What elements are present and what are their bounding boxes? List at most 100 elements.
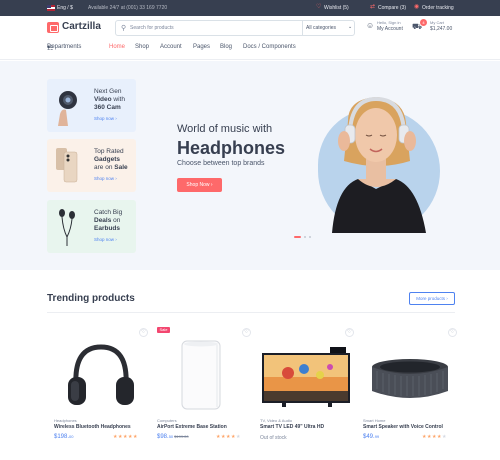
price-cents: 99 <box>374 434 380 439</box>
promo-line-2-rest: with <box>111 96 125 103</box>
promo-line-3-bold: Sale <box>114 164 128 171</box>
promo-line-2: Gadgets <box>94 156 120 163</box>
departments-menu[interactable]: ☷ Departments ▾ <box>47 44 81 52</box>
price-cents: 00 <box>69 434 74 439</box>
smartphones-image <box>56 148 78 183</box>
support-availability: Available 24/7 at (001) 33 169 7720 <box>88 5 168 11</box>
trending-products-title: Trending products <box>47 293 135 304</box>
promo-line-3: are on Sale <box>94 164 128 171</box>
promo-line-2: Deals on <box>94 217 120 224</box>
user-icon[interactable]: ☺ <box>366 22 374 30</box>
cart-total[interactable]: $1,247.00 <box>430 26 452 32</box>
product-card[interactable]: ♡ Headphones Wireless Bluetooth Headphon… <box>54 325 148 455</box>
product-name[interactable]: Smart TV LED 49" Ultra HD <box>260 424 324 430</box>
rating-stars: ★★★★★ <box>216 434 241 440</box>
chevron-down-icon[interactable]: ⌄ <box>348 24 352 30</box>
cart-label: My Cart <box>430 20 444 25</box>
promo-line-3-bold: 360 Cam <box>94 104 121 111</box>
logo[interactable]: Cartzilla <box>62 21 101 32</box>
more-products-button[interactable]: More products › <box>409 292 455 305</box>
wishlist-heart-icon[interactable]: ♡ <box>448 328 457 337</box>
promo-line-1: Catch Big <box>94 209 123 216</box>
product-price: $198.00 <box>54 434 73 440</box>
compare-link[interactable]: Compare (3) <box>378 5 406 11</box>
old-price: $199.00 <box>174 434 189 439</box>
product-category[interactable]: Headphones <box>54 418 77 423</box>
promo-line-3-pre: are on <box>94 164 115 171</box>
woman-with-headphones-image <box>332 96 426 233</box>
star-icon: ★ <box>132 434 138 440</box>
product-category[interactable]: Smart Home <box>363 418 385 423</box>
product-name[interactable]: AirPort Extreme Base Station <box>157 424 227 430</box>
promo-link-label: Shop now <box>94 176 115 181</box>
rating-stars: ★★★★★ <box>113 434 138 440</box>
wishlist-heart-icon[interactable]: ♡ <box>345 328 354 337</box>
hero-section: Next Gen Video with 360 Cam Shop now › T… <box>0 61 500 270</box>
product-card[interactable]: ♡ TV, Video & Audio Smart TV LED 49" Ult… <box>260 325 354 455</box>
shop-now-label: Shop Now <box>186 182 210 188</box>
search-icon[interactable]: ⚲ <box>121 24 126 32</box>
menu-item-account[interactable]: Account <box>160 44 182 50</box>
product-category[interactable]: TV, Video & Audio <box>260 418 292 423</box>
product-card[interactable]: ♡ Smart Home Smart Speaker with Voice Co… <box>363 325 457 455</box>
slider-dot-3[interactable] <box>309 236 311 238</box>
wishlist-link[interactable]: Wishlist (5) <box>324 5 349 11</box>
promo-line-2-bold: Video <box>94 96 112 103</box>
promo-card-earbuds[interactable]: Catch Big Deals on Earbuds Shop now › <box>47 200 136 253</box>
language-currency-selector[interactable]: Eng / $ <box>57 5 73 11</box>
promo-shop-now-link[interactable]: Shop now › <box>94 116 117 121</box>
promo-line-1: Next Gen <box>94 88 122 95</box>
departments-label: Departments <box>47 44 82 50</box>
wishlist-heart-icon[interactable]: ♡ <box>139 328 148 337</box>
promo-line-2: Video with <box>94 96 125 103</box>
promo-card-gadgets[interactable]: Top Rated Gadgets are on Sale Shop now › <box>47 139 136 192</box>
menu-item-docs-components[interactable]: Docs / Components <box>243 44 296 50</box>
account-greeting: Hello, Sign in <box>377 20 401 25</box>
product-image-smart-speaker[interactable] <box>363 339 457 411</box>
product-name[interactable]: Wireless Bluetooth Headphones <box>54 424 131 430</box>
menu-item-shop[interactable]: Shop <box>135 44 149 50</box>
slider-dot-2[interactable] <box>304 236 306 238</box>
product-image-headphones[interactable] <box>54 339 148 411</box>
promo-line-3-bold: Earbuds <box>94 225 121 232</box>
cart-logo-icon[interactable] <box>47 22 59 33</box>
star-icon: ★ <box>235 434 241 440</box>
promo-card-360-cam[interactable]: Next Gen Video with 360 Cam Shop now › <box>47 79 136 132</box>
search-input[interactable] <box>130 23 300 33</box>
menu-item-pages[interactable]: Pages <box>193 44 210 50</box>
promo-line-2-bold: Deals <box>94 217 112 224</box>
promo-link-label: Shop now <box>94 237 115 242</box>
cart-count-badge: 4 <box>420 19 427 26</box>
us-flag-icon[interactable] <box>47 5 55 11</box>
price-cents: 50 <box>168 434 174 439</box>
product-card[interactable]: Sale ♡ Computers AirPort Extreme Base St… <box>157 325 251 455</box>
account-label[interactable]: My Account <box>377 26 403 32</box>
camera-360-image <box>58 91 77 126</box>
order-tracking-link[interactable]: Order tracking <box>422 5 454 11</box>
menu-item-home[interactable]: Home <box>109 44 125 50</box>
price-dollars: $98. <box>157 434 169 440</box>
search-bar: ⚲ All categories ⌄ <box>115 20 355 36</box>
compare-icon[interactable]: ⇄ <box>370 4 376 10</box>
promo-shop-now-link[interactable]: Shop now › <box>94 176 117 181</box>
hero-subtitle: Choose between top brands <box>177 160 265 167</box>
promo-line-3: 360 Cam <box>94 104 121 111</box>
product-price: $49.99 <box>363 434 379 440</box>
product-image-smart-tv[interactable] <box>260 339 354 411</box>
product-image-airport-base-station[interactable] <box>157 339 251 411</box>
menu-item-blog[interactable]: Blog <box>220 44 232 50</box>
shop-now-button[interactable]: Shop Now › <box>177 178 222 192</box>
category-select[interactable]: All categories <box>306 25 336 31</box>
wishlist-heart-icon[interactable]: ♡ <box>242 328 251 337</box>
product-price: $98.50$199.00 <box>157 434 189 440</box>
location-pin-icon[interactable]: ◉ <box>414 4 420 10</box>
promo-shop-now-link[interactable]: Shop now › <box>94 237 117 242</box>
product-category[interactable]: Computers <box>157 418 177 423</box>
slider-dot-1[interactable] <box>294 236 301 238</box>
heart-icon[interactable]: ♡ <box>316 4 322 10</box>
main-navbar: Cartzilla ⚲ All categories ⌄ ☺ Hello, Si… <box>0 16 500 60</box>
product-name[interactable]: Smart Speaker with Voice Control <box>363 424 443 430</box>
promo-line-2-bold: Gadgets <box>94 156 121 163</box>
price-dollars: $49. <box>363 434 375 440</box>
promo-line-3: Earbuds <box>94 225 120 232</box>
